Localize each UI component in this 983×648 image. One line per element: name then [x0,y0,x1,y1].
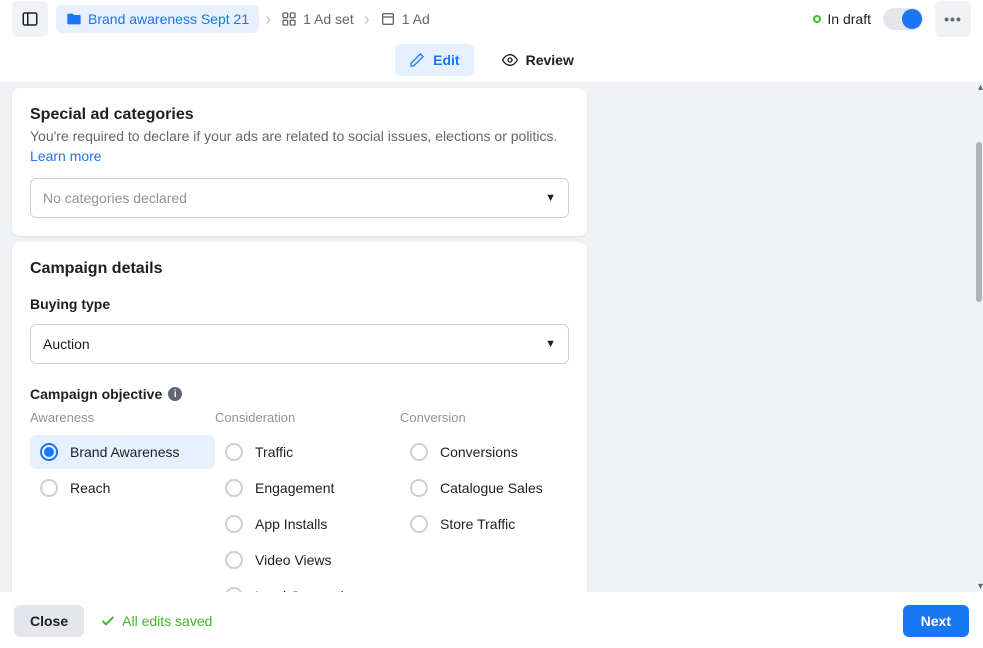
radio-label: Reach [70,480,110,496]
breadcrumb: Brand awareness Sept 21 › 1 Ad set › 1 A… [56,5,805,33]
objective-video-views[interactable]: Video Views [215,543,400,577]
close-button[interactable]: Close [14,605,84,637]
radio-label: Video Views [255,552,332,568]
chevron-right-icon: › [265,9,271,30]
radio-icon [225,479,243,497]
objective-reach[interactable]: Reach [30,471,215,505]
save-status: All edits saved [100,613,887,629]
objective-store-traffic[interactable]: Store Traffic [400,507,585,541]
breadcrumb-ad[interactable]: 1 Ad [376,11,434,27]
col-awareness-title: Awareness [30,410,215,425]
radio-label: Conversions [440,444,518,460]
radio-icon [225,515,243,533]
campaign-name: Brand awareness Sept 21 [88,11,249,27]
check-icon [100,613,116,629]
radio-icon [40,443,58,461]
eye-icon [502,52,518,68]
buying-type-value: Auction [43,336,90,352]
save-status-text: All edits saved [122,613,212,629]
ad-icon [380,11,396,27]
status-indicator: In draft [813,11,871,27]
campaign-details-card: Campaign details Buying type Auction ▼ C… [12,242,587,592]
scroll-down-icon[interactable]: ▾ [978,581,983,592]
scroll-up-icon[interactable]: ▴ [978,82,983,93]
info-icon[interactable]: i [168,387,182,401]
status-text: In draft [827,11,871,27]
chevron-right-icon: › [364,9,370,30]
radio-label: App Installs [255,516,327,532]
special-categories-desc: You're required to declare if your ads a… [30,128,569,144]
special-categories-title: Special ad categories [30,106,569,124]
radio-icon [225,551,243,569]
next-button[interactable]: Next [903,605,969,637]
radio-label: Traffic [255,444,293,460]
tab-edit-label: Edit [433,52,459,68]
radio-icon [410,515,428,533]
status-dot-icon [813,15,821,23]
radio-label: Engagement [255,480,334,496]
buying-type-label: Buying type [30,296,569,312]
objective-traffic[interactable]: Traffic [215,435,400,469]
special-categories-dropdown[interactable]: No categories declared ▼ [30,178,569,218]
radio-icon [40,479,58,497]
radio-label: Store Traffic [440,516,515,532]
ad-label: 1 Ad [402,11,430,27]
radio-icon [410,443,428,461]
breadcrumb-adset[interactable]: 1 Ad set [277,11,358,27]
pencil-icon [409,52,425,68]
learn-more-link[interactable]: Learn more [30,148,102,164]
campaign-toggle[interactable] [883,8,923,30]
radio-label: Brand Awareness [70,444,179,460]
tab-review-label: Review [526,52,574,68]
dropdown-placeholder: No categories declared [43,190,187,206]
radio-icon [225,443,243,461]
caret-down-icon: ▼ [545,338,556,350]
adset-label: 1 Ad set [303,11,354,27]
special-categories-card: Special ad categories You're required to… [12,88,587,236]
caret-down-icon: ▼ [545,192,556,204]
buying-type-dropdown[interactable]: Auction ▼ [30,324,569,364]
scrollbar[interactable]: ▴ ▾ [973,82,983,592]
radio-icon [410,479,428,497]
objective-label: Campaign objective [30,386,162,402]
ellipsis-icon: ••• [944,11,962,27]
panel-toggle-button[interactable] [12,1,48,37]
objective-engagement[interactable]: Engagement [215,471,400,505]
objective-conversions[interactable]: Conversions [400,435,585,469]
radio-label: Catalogue Sales [440,480,543,496]
tab-review[interactable]: Review [488,44,588,76]
col-consideration-title: Consideration [215,410,400,425]
tab-edit[interactable]: Edit [395,44,473,76]
more-options-button[interactable]: ••• [935,1,971,37]
breadcrumb-campaign[interactable]: Brand awareness Sept 21 [56,5,259,33]
toggle-knob [902,9,922,29]
col-conversion-title: Conversion [400,410,585,425]
objective-app-installs[interactable]: App Installs [215,507,400,541]
objective-catalogue-sales[interactable]: Catalogue Sales [400,471,585,505]
panel-icon [21,10,39,28]
scrollbar-thumb[interactable] [976,142,982,302]
campaign-details-title: Campaign details [30,260,569,278]
objective-brand-awareness[interactable]: Brand Awareness [30,435,215,469]
folder-icon [66,11,82,27]
objective-lead-generation[interactable]: Lead Generation [215,579,400,592]
grid-icon [281,11,297,27]
